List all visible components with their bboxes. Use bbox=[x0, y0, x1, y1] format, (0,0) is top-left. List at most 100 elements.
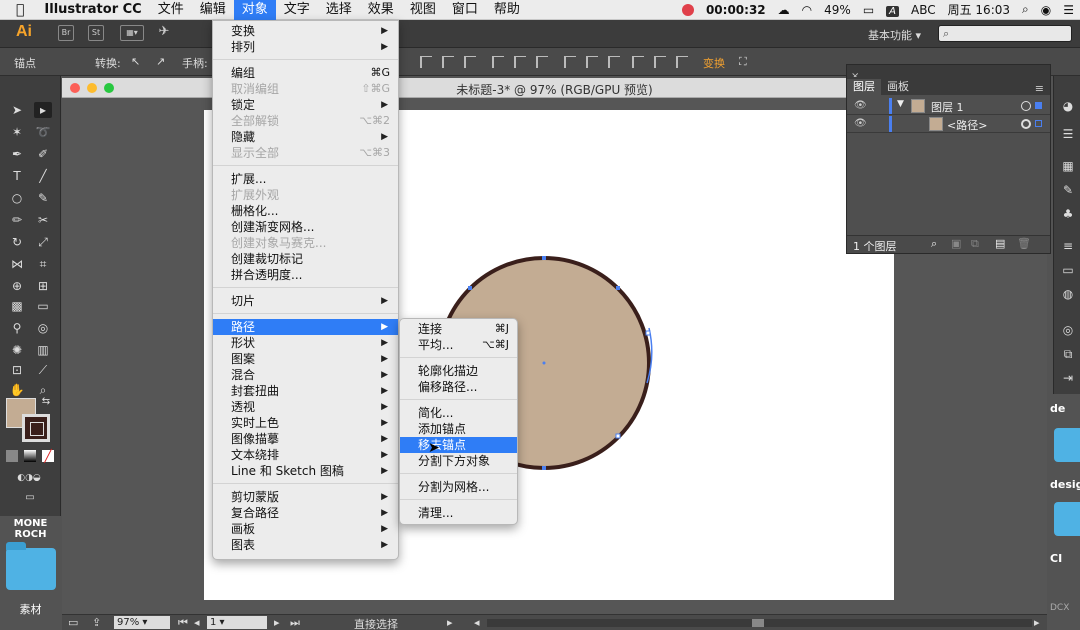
menu-item[interactable]: 连接 ⌘J bbox=[400, 321, 517, 337]
menu-item[interactable]: 图案 ▶ bbox=[213, 351, 398, 367]
visibility-eye-icon[interactable]: 👁 bbox=[854, 118, 867, 129]
anchor-point[interactable] bbox=[645, 330, 651, 336]
menu-item[interactable]: Line 和 Sketch 图稿 ▶ bbox=[213, 463, 398, 479]
menu-item[interactable]: 文本绕排 ▶ bbox=[213, 447, 398, 463]
menu-item[interactable]: 轮廓化描边 bbox=[400, 363, 517, 379]
arrange-documents-icon[interactable]: ▦▾ bbox=[120, 25, 144, 41]
menu-item[interactable]: 移去锚点 bbox=[400, 437, 517, 453]
menu-window[interactable]: 窗口 bbox=[444, 0, 486, 20]
menu-edit[interactable]: 编辑 bbox=[192, 0, 234, 20]
selection-indicator[interactable] bbox=[1035, 120, 1042, 127]
brushes-panel-icon[interactable]: ✎ bbox=[1060, 182, 1076, 198]
scroll-left-icon[interactable]: ◂ bbox=[474, 616, 480, 629]
layer-name[interactable]: 图层 1 bbox=[931, 99, 964, 115]
hand-tool-icon[interactable]: ✋ bbox=[8, 382, 26, 398]
menu-item[interactable]: 变换 ▶ bbox=[213, 23, 398, 39]
perspective-grid-icon[interactable]: ⊞ bbox=[34, 278, 52, 294]
menu-item[interactable]: 透视 ▶ bbox=[213, 399, 398, 415]
slice-tool-icon[interactable]: ⟋ bbox=[34, 362, 52, 378]
menubar-clock[interactable]: 周五 16:03 bbox=[942, 1, 1016, 18]
previous-artboard-icon[interactable]: ◂ bbox=[194, 616, 200, 629]
menu-item[interactable]: 分割下方对象 bbox=[400, 453, 517, 469]
folder-icon[interactable] bbox=[6, 542, 56, 590]
distribute-right-icon[interactable] bbox=[676, 56, 688, 68]
zoom-select[interactable]: 97% ▾ bbox=[114, 616, 170, 629]
menu-item[interactable]: 复合路径 ▶ bbox=[213, 505, 398, 521]
swap-fill-stroke-icon[interactable]: ⇆ bbox=[40, 394, 52, 410]
menu-item[interactable]: 扩展... bbox=[213, 171, 398, 187]
width-tool-icon[interactable]: ⋈ bbox=[8, 256, 26, 272]
menu-item[interactable]: 编组 ⌘G bbox=[213, 65, 398, 81]
scissors-icon[interactable]: ✂ bbox=[34, 212, 52, 228]
distribute-bottom-icon[interactable] bbox=[608, 56, 620, 68]
menu-item[interactable]: 添加锚点 bbox=[400, 421, 517, 437]
eyedropper-icon[interactable]: ⚲ bbox=[8, 320, 26, 336]
status-menu-icon[interactable]: ▸ bbox=[447, 616, 453, 629]
menu-item[interactable]: 创建渐变网格... bbox=[213, 219, 398, 235]
selection-tool-icon[interactable]: ➤ bbox=[8, 102, 26, 118]
scale-icon[interactable]: ⤢ bbox=[34, 234, 52, 250]
next-artboard-icon[interactable]: ▸ bbox=[274, 616, 280, 629]
battery-icon[interactable]: ▭ bbox=[857, 3, 880, 17]
transparency-panel-icon[interactable]: ◍ bbox=[1060, 286, 1076, 302]
menu-item[interactable]: 剪切蒙版 ▶ bbox=[213, 489, 398, 505]
menu-view[interactable]: 视图 bbox=[402, 0, 444, 20]
anchor-point[interactable] bbox=[542, 466, 546, 470]
gpu-performance-icon[interactable]: ✈ bbox=[156, 25, 172, 41]
menu-item[interactable]: 分割为网格... bbox=[400, 479, 517, 495]
wifi-icon[interactable]: ◠ bbox=[796, 3, 818, 17]
menu-type[interactable]: 文字 bbox=[276, 0, 318, 20]
sublayer-row[interactable]: 👁 <路径> bbox=[847, 115, 1050, 133]
menu-item[interactable]: 封套扭曲 ▶ bbox=[213, 383, 398, 399]
target-icon[interactable] bbox=[1021, 119, 1031, 129]
apple-menu-icon[interactable]:  bbox=[0, 0, 36, 20]
input-source-icon[interactable]: A bbox=[880, 3, 905, 17]
align-bottom-icon[interactable] bbox=[536, 56, 548, 68]
menu-select[interactable]: 选择 bbox=[318, 0, 360, 20]
help-search-input[interactable]: ⌕ bbox=[938, 25, 1072, 42]
column-graph-icon[interactable]: ▥ bbox=[34, 342, 52, 358]
menu-item[interactable]: 实时上色 ▶ bbox=[213, 415, 398, 431]
align-hcenter-icon[interactable] bbox=[442, 56, 454, 68]
expand-triangle-icon[interactable]: ▼ bbox=[897, 99, 904, 109]
type-tool-icon[interactable]: T bbox=[8, 168, 26, 184]
menu-item[interactable]: 混合 ▶ bbox=[213, 367, 398, 383]
symbol-sprayer-icon[interactable]: ✺ bbox=[8, 342, 26, 358]
menu-file[interactable]: 文件 bbox=[150, 0, 192, 20]
none-mode-icon[interactable]: ╱ bbox=[42, 450, 54, 462]
blend-tool-icon[interactable]: ◎ bbox=[34, 320, 52, 336]
distribute-vcenter-icon[interactable] bbox=[586, 56, 598, 68]
locate-object-icon[interactable]: ⌕ bbox=[931, 237, 937, 251]
folder-icon[interactable] bbox=[1054, 502, 1080, 536]
artboard-number-select[interactable]: 1 ▾ bbox=[207, 616, 267, 629]
app-menu[interactable]: Illustrator CC bbox=[36, 0, 149, 20]
rotate-icon[interactable]: ↻ bbox=[8, 234, 26, 250]
ellipse-tool-icon[interactable]: ○ bbox=[8, 190, 26, 206]
menu-object[interactable]: 对象 bbox=[233, 0, 276, 20]
menu-item[interactable]: 平均... ⌥⌘J bbox=[400, 337, 517, 353]
menu-item[interactable]: 简化... bbox=[400, 405, 517, 421]
menu-help[interactable]: 帮助 bbox=[486, 0, 528, 20]
tab-layers[interactable]: 图层 bbox=[847, 79, 881, 95]
artboard-tool-icon[interactable]: ⊡ bbox=[8, 362, 26, 378]
menu-item[interactable]: 清理... bbox=[400, 505, 517, 521]
gradient-mode-icon[interactable] bbox=[24, 450, 36, 462]
anchor-point[interactable] bbox=[468, 286, 472, 290]
lasso-icon[interactable]: ➰ bbox=[34, 124, 52, 140]
delete-layer-icon[interactable]: 🗑 bbox=[1017, 237, 1031, 250]
stroke-swatch[interactable] bbox=[22, 414, 50, 442]
stroke-panel-icon[interactable]: ≡ bbox=[1060, 238, 1076, 254]
distribute-hcenter-icon[interactable] bbox=[654, 56, 666, 68]
line-tool-icon[interactable]: ╱ bbox=[34, 168, 52, 184]
workspace-switcher[interactable]: 基本功能 ▾ bbox=[868, 27, 921, 43]
transform-link[interactable]: 变换 bbox=[703, 55, 725, 71]
menu-item[interactable]: 偏移路径... bbox=[400, 379, 517, 395]
mesh-tool-icon[interactable]: ▩ bbox=[8, 298, 26, 314]
curvature-tool-icon[interactable]: ✐ bbox=[34, 146, 52, 162]
create-sublayer-icon[interactable]: ⧉ bbox=[971, 237, 979, 251]
color-mode-icon[interactable] bbox=[6, 450, 18, 462]
export-panel-icon[interactable]: ⇥ bbox=[1060, 370, 1076, 386]
menu-item[interactable]: 拼合透明度... bbox=[213, 267, 398, 283]
gradient-panel-icon[interactable]: ▭ bbox=[1060, 262, 1076, 278]
align-top-icon[interactable] bbox=[492, 56, 504, 68]
